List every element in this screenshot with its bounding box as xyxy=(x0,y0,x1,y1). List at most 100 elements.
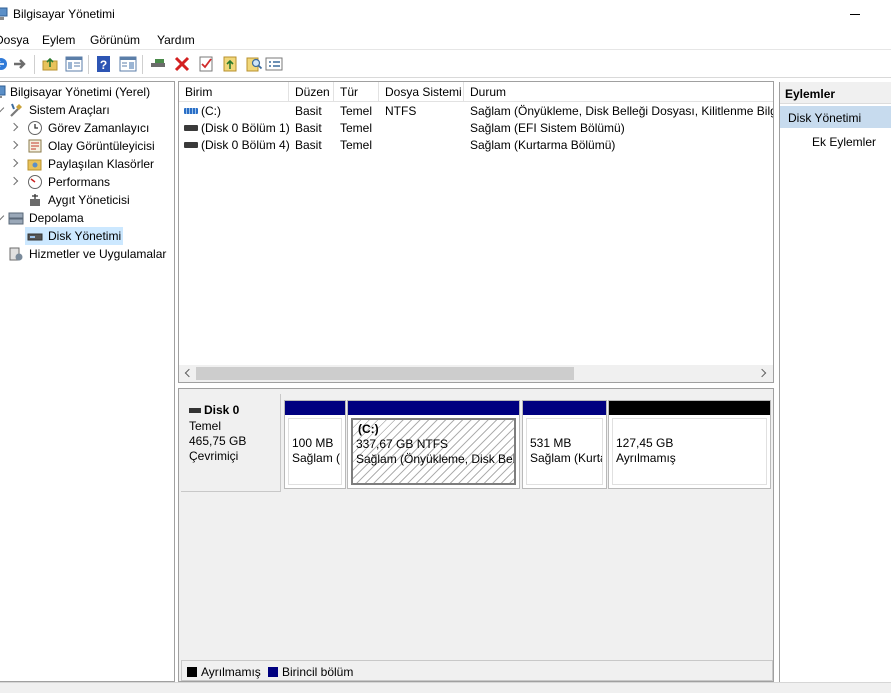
partition-efi[interactable]: 100 MB Sağlam ( xyxy=(284,400,346,489)
chevron-down-icon[interactable] xyxy=(0,211,5,221)
column-header-durum[interactable]: Durum xyxy=(464,82,773,102)
volume-name: (C:) xyxy=(201,104,221,118)
tree-item-event-viewer[interactable]: Olay Görüntüleyicisi xyxy=(0,137,174,155)
chevron-down-icon[interactable] xyxy=(0,103,5,113)
tree-label: Depolama xyxy=(29,211,84,225)
disk-info-block[interactable]: Disk 0 Temel 465,75 GB Çevrimiçi xyxy=(181,394,281,492)
partition-bar xyxy=(285,401,345,415)
toolbar-separator xyxy=(142,55,143,74)
tree-label: Olay Görüntüleyicisi xyxy=(48,139,155,153)
disk-title: Disk 0 xyxy=(189,403,239,417)
tree-label: Paylaşılan Klasörler xyxy=(48,157,155,171)
partition-body: 531 MB Sağlam (Kurta xyxy=(526,418,603,485)
partition-unallocated[interactable]: 127,45 GB Ayrılmamış xyxy=(608,400,771,489)
volume-status: Sağlam (EFI Sistem Bölümü) xyxy=(470,121,625,135)
tree-item-performance[interactable]: Performans xyxy=(0,173,174,191)
connect-icon[interactable] xyxy=(149,55,167,73)
show-tree-icon[interactable] xyxy=(65,55,83,73)
partition-status: Sağlam (Kurta xyxy=(530,451,603,465)
column-header-duzen[interactable]: Düzen xyxy=(289,82,334,102)
device-manager-icon xyxy=(30,194,40,206)
volume-status: Sağlam (Önyükleme, Disk Belleği Dosyası,… xyxy=(470,104,774,118)
menu-gorunum[interactable]: Görünüm xyxy=(90,33,140,47)
toolbar: ? xyxy=(0,51,891,78)
table-row[interactable]: (Disk 0 Bölüm 4) Basit Temel Sağlam (Kur… xyxy=(179,137,773,154)
legend-unallocated-label: Ayrılmamış xyxy=(201,665,261,679)
volume-list: Birim Düzen Tür Dosya Sistemi Durum (C:)… xyxy=(178,81,774,383)
volume-name: (Disk 0 Bölüm 4) xyxy=(201,138,289,152)
up-folder-icon[interactable] xyxy=(41,55,59,73)
menu-dosya[interactable]: Dosya xyxy=(0,33,29,47)
partition-status: Sağlam ( xyxy=(292,451,341,465)
tree-item-root[interactable]: Bilgisayar Yönetimi (Yerel) xyxy=(0,83,174,101)
volume-status: Sağlam (Kurtarma Bölümü) xyxy=(470,138,616,152)
volume-layout: Basit xyxy=(295,121,322,135)
partition-bar xyxy=(523,401,606,415)
legend-unallocated-swatch xyxy=(187,667,197,677)
chevron-right-icon[interactable] xyxy=(9,176,19,186)
tree-label: Disk Yönetimi xyxy=(48,229,122,243)
scroll-left-icon[interactable] xyxy=(184,368,194,378)
column-header-tur[interactable]: Tür xyxy=(334,82,379,102)
table-row[interactable]: (C:) Basit Temel NTFS Sağlam (Önyükleme,… xyxy=(179,103,774,120)
volume-name: (Disk 0 Bölüm 1) xyxy=(201,121,289,135)
disk-type: Temel xyxy=(189,419,222,433)
table-row[interactable]: (Disk 0 Bölüm 1) Basit Temel Sağlam (EFI… xyxy=(179,120,773,137)
actions-header: Eylemler xyxy=(780,82,891,104)
scrollbar-thumb[interactable] xyxy=(196,367,574,380)
tree-item-shared-folders[interactable]: Paylaşılan Klasörler xyxy=(0,155,174,173)
disk-size: 465,75 GB xyxy=(189,434,247,448)
horizontal-scrollbar[interactable] xyxy=(179,365,773,382)
list-view-icon[interactable] xyxy=(265,55,283,73)
chevron-right-icon[interactable] xyxy=(9,158,19,168)
tree-item-device-manager[interactable]: Aygıt Yöneticisi xyxy=(0,191,174,209)
disk-icon xyxy=(189,408,201,414)
tree-label: Performans xyxy=(48,175,111,189)
tree-item-services[interactable]: Hizmetler ve Uygulamalar xyxy=(0,245,174,263)
minimize-button[interactable] xyxy=(840,0,870,30)
navigation-tree: Bilgisayar Yönetimi (Yerel) Sistem Araçl… xyxy=(0,81,175,682)
computer-management-icon xyxy=(0,85,6,98)
volume-type: Temel xyxy=(340,138,373,152)
actions-section-disk-management[interactable]: Disk Yönetimi xyxy=(780,106,891,128)
check-icon[interactable] xyxy=(197,55,215,73)
find-icon[interactable] xyxy=(245,55,263,73)
delete-icon[interactable] xyxy=(173,55,191,73)
menu-yardim[interactable]: Yardım xyxy=(157,33,195,47)
disk-state: Çevrimiçi xyxy=(189,449,239,463)
tree-item-disk-management[interactable]: Disk Yönetimi xyxy=(25,227,123,245)
partition-status: Sağlam (Önyükleme, Disk Belli xyxy=(356,452,516,466)
tree-item-storage[interactable]: Depolama xyxy=(0,209,174,227)
legend-primary-label: Birincil bölüm xyxy=(282,665,354,679)
partition-size: 127,45 GB xyxy=(616,436,674,450)
volume-layout: Basit xyxy=(295,138,322,152)
volume-layout: Basit xyxy=(295,104,322,118)
column-header-birim[interactable]: Birim xyxy=(179,82,289,102)
computer-management-icon xyxy=(0,7,8,20)
menu-eylem[interactable]: Eylem xyxy=(42,33,75,47)
more-actions-link[interactable]: Ek Eylemler xyxy=(812,135,876,149)
scroll-right-icon[interactable] xyxy=(757,368,767,378)
tree-item-system-tools[interactable]: Sistem Araçları xyxy=(0,101,174,119)
svg-text:?: ? xyxy=(100,58,107,72)
chevron-right-icon[interactable] xyxy=(9,122,19,132)
partition-recovery[interactable]: 531 MB Sağlam (Kurta xyxy=(522,400,607,489)
help-icon[interactable]: ? xyxy=(95,55,113,73)
partition-bar xyxy=(609,401,770,415)
column-header-dosya-sistemi[interactable]: Dosya Sistemi xyxy=(379,82,464,102)
actions-section-label: Disk Yönetimi xyxy=(788,111,862,125)
partition-c[interactable]: (C:) 337,67 GB NTFS Sağlam (Önyükleme, D… xyxy=(347,400,520,489)
back-icon[interactable] xyxy=(0,55,10,73)
forward-icon[interactable] xyxy=(11,55,29,73)
tree-item-task-scheduler[interactable]: Görev Zamanlayıcı xyxy=(0,119,174,137)
chevron-right-icon[interactable] xyxy=(9,140,19,150)
disk-name: Disk 0 xyxy=(204,403,240,417)
properties-view-icon[interactable] xyxy=(119,55,137,73)
status-bar xyxy=(0,682,891,693)
volume-icon xyxy=(184,142,198,148)
partition-body: 100 MB Sağlam ( xyxy=(288,418,342,485)
volume-type: Temel xyxy=(340,104,373,118)
partition-body: 127,45 GB Ayrılmamış xyxy=(612,418,767,485)
import-icon[interactable] xyxy=(221,55,239,73)
window-title: Bilgisayar Yönetimi xyxy=(13,7,115,21)
